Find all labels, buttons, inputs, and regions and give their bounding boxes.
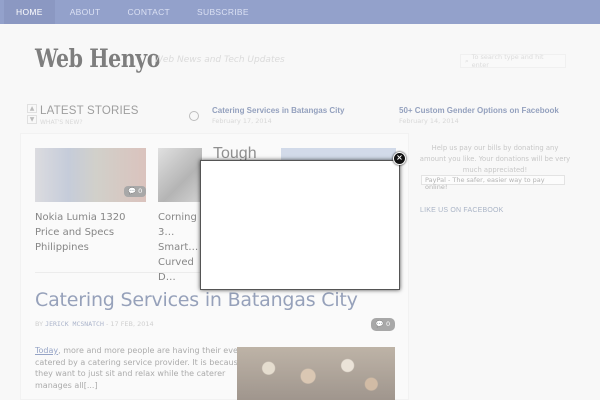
close-icon[interactable]: × — [393, 152, 406, 165]
modal-dialog — [200, 160, 400, 290]
